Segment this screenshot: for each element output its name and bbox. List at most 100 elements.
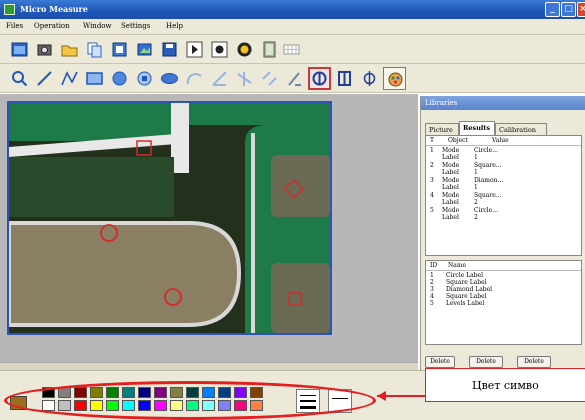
menu-operation[interactable]: Operation <box>34 22 70 30</box>
labels-list[interactable]: ID Name 1 Circle Label 2 Square Label 3 … <box>425 260 582 345</box>
color-settings-button[interactable] <box>383 67 406 90</box>
results-header-object: Object <box>448 137 468 144</box>
distance-button[interactable] <box>283 67 306 90</box>
result-key: Label <box>442 184 459 191</box>
title-bar: Micro Measure _ □ × <box>0 0 585 19</box>
result-key: Mode <box>442 147 460 154</box>
label-id: 5 <box>430 300 434 307</box>
arc-icon <box>186 73 202 85</box>
result-value: 1 <box>474 154 478 161</box>
window-title: Micro Measure <box>20 4 88 14</box>
result-value: Square... <box>474 162 502 169</box>
menu-window[interactable]: Window <box>83 22 112 30</box>
capture-button[interactable] <box>133 38 156 61</box>
callout-label: Цвет симво <box>425 368 585 402</box>
app-icon <box>4 4 15 15</box>
menu-files[interactable]: Files <box>6 22 23 30</box>
result-value: 1 <box>474 184 478 191</box>
result-key: Label <box>442 199 459 206</box>
play-icon <box>186 41 203 58</box>
results-list[interactable]: T Object Value 1 Mode Circle... Label 1 … <box>425 135 582 256</box>
circle-3point-icon <box>137 71 152 86</box>
menu-help[interactable]: Help <box>166 22 183 30</box>
folder-open-icon <box>61 45 78 57</box>
menu-bar: Files Operation Window Settings Help <box>0 19 585 35</box>
close-button[interactable]: × <box>577 2 585 17</box>
export-icon <box>112 42 127 57</box>
label-id: 4 <box>430 293 434 300</box>
record-button[interactable] <box>233 38 256 61</box>
copy-button[interactable] <box>83 38 106 61</box>
square-measure-icon <box>338 71 351 86</box>
select-pointer-icon <box>12 71 28 87</box>
microscope-image[interactable] <box>7 101 332 335</box>
play-button[interactable] <box>183 38 206 61</box>
perpendicular-icon <box>237 72 252 86</box>
circle-button[interactable] <box>108 67 131 90</box>
result-key: Mode <box>442 177 460 184</box>
save-button[interactable] <box>158 38 181 61</box>
angle-icon <box>212 71 227 86</box>
camera-icon <box>37 44 52 56</box>
diameter-icon <box>363 71 376 86</box>
rectangle-button[interactable] <box>83 67 106 90</box>
libraries-panel: Libraries Picture Results Calibration T … <box>420 96 585 370</box>
tab-picture[interactable]: Picture <box>425 123 459 135</box>
line-button[interactable] <box>33 67 56 90</box>
results-header-value: Value <box>492 137 509 144</box>
film-icon <box>263 41 276 58</box>
color-settings-icon <box>388 72 403 87</box>
grid-button[interactable] <box>280 38 303 61</box>
result-value: 2 <box>474 214 478 221</box>
label-id: 1 <box>430 272 434 279</box>
distance-icon <box>288 72 301 86</box>
record-icon <box>237 42 252 57</box>
export-button[interactable] <box>108 38 131 61</box>
polyline-button[interactable] <box>58 67 81 90</box>
delete-button-2[interactable]: Delete <box>469 356 503 368</box>
ellipse-button[interactable] <box>158 67 181 90</box>
main-toolbar <box>0 35 585 64</box>
result-key: Label <box>442 169 459 176</box>
parallel-button[interactable] <box>258 67 281 90</box>
open-button[interactable] <box>58 38 81 61</box>
maximize-button[interactable]: □ <box>561 2 576 17</box>
window-button[interactable] <box>8 38 31 61</box>
tab-calibration[interactable]: Calibration <box>495 123 547 135</box>
delete-button[interactable]: Delete <box>425 356 455 368</box>
ellipse-icon <box>161 73 178 84</box>
angle-button[interactable] <box>208 67 231 90</box>
label-name: Square Label <box>446 293 487 300</box>
result-num: 4 <box>430 192 434 199</box>
minimize-button[interactable]: _ <box>545 2 560 17</box>
circle-3point-button[interactable] <box>133 67 156 90</box>
line-icon <box>37 71 52 86</box>
label-id: 3 <box>430 286 434 293</box>
square-measure-button[interactable] <box>333 67 356 90</box>
perpendicular-button[interactable] <box>233 67 256 90</box>
result-value: Square... <box>474 192 502 199</box>
diameter-button[interactable] <box>358 67 381 90</box>
image-workspace[interactable] <box>0 94 418 370</box>
camera-button[interactable] <box>33 38 56 61</box>
palette-highlight-ellipse <box>4 381 376 420</box>
callout-arrow-icon <box>377 391 425 401</box>
arc-button[interactable] <box>183 67 206 90</box>
result-num: 1 <box>430 147 434 154</box>
result-num: 5 <box>430 207 434 214</box>
tab-results[interactable]: Results <box>459 121 495 135</box>
stop-button[interactable] <box>208 38 231 61</box>
horizontal-scrollbar[interactable] <box>0 362 418 370</box>
select-pointer-button[interactable] <box>8 67 31 90</box>
circle-diameter-button[interactable] <box>308 67 331 90</box>
parallel-icon <box>262 71 277 86</box>
label-name: Square Label <box>446 279 487 286</box>
result-value: Diamon... <box>474 177 504 184</box>
result-num: 3 <box>430 177 434 184</box>
window-icon <box>11 42 28 57</box>
label-id: 2 <box>430 279 434 286</box>
result-num: 2 <box>430 162 434 169</box>
delete-button-3[interactable]: Delete <box>517 356 551 368</box>
film-button[interactable] <box>258 38 281 61</box>
menu-settings[interactable]: Settings <box>121 22 150 30</box>
